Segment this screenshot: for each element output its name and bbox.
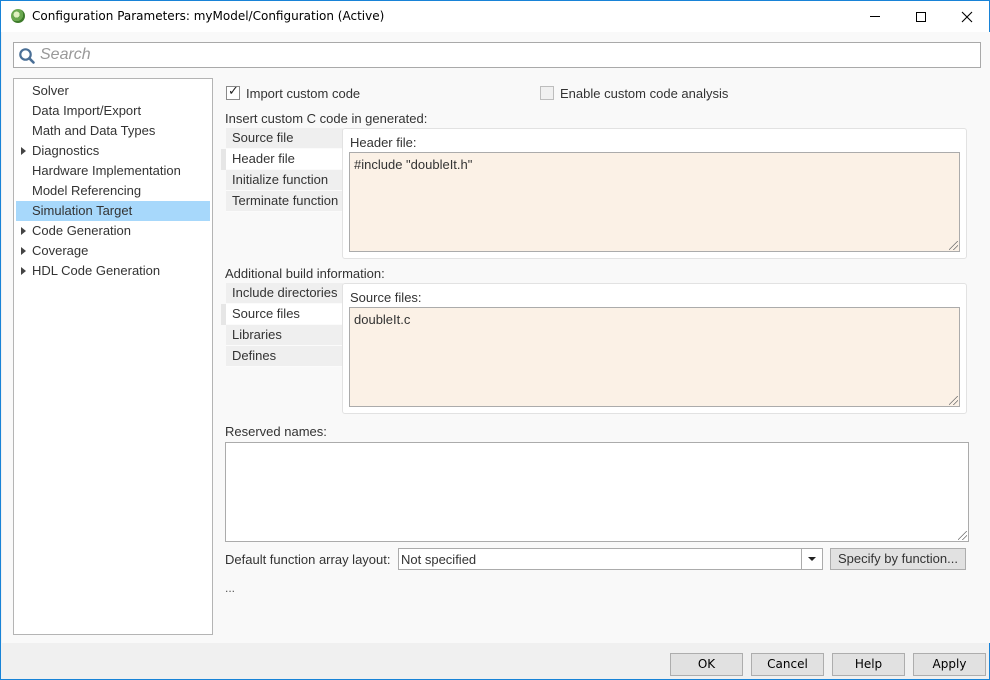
source-files-value: doubleIt.c	[354, 312, 411, 327]
tree-item-hdl-code-generation[interactable]: HDL Code Generation	[16, 261, 210, 281]
reserved-names-label: Reserved names:	[225, 424, 327, 439]
enable-custom-code-analysis-checkbox[interactable]	[540, 86, 554, 100]
tree-item-label: Solver	[32, 83, 69, 98]
array-layout-label: Default function array layout:	[225, 552, 391, 567]
specify-by-function-button[interactable]: Specify by function...	[830, 548, 966, 570]
minimize-icon	[870, 16, 880, 17]
tab-include-directories[interactable]: Include directories	[226, 283, 343, 304]
tab-defines[interactable]: Defines	[226, 346, 343, 367]
search-icon	[19, 48, 35, 64]
tree-item-label: Code Generation	[32, 223, 132, 238]
tree-item-diagnostics[interactable]: Diagnostics	[16, 141, 210, 161]
chevron-down-icon	[808, 557, 816, 561]
tree-item-solver[interactable]: Solver	[16, 81, 210, 101]
resize-grip-icon[interactable]	[949, 396, 958, 405]
header-file-label: Header file:	[350, 135, 417, 150]
tree-item-model-referencing[interactable]: Model Referencing	[16, 181, 210, 201]
tab-header-file[interactable]: Header file	[221, 149, 343, 170]
tab-initialize-function[interactable]: Initialize function	[226, 170, 343, 191]
build-info-label: Additional build information:	[225, 266, 385, 281]
source-files-label: Source files:	[350, 290, 422, 305]
source-files-textarea[interactable]: doubleIt.c	[349, 307, 960, 407]
tree-item-label: Data Import/Export	[32, 103, 142, 118]
resize-grip-icon[interactable]	[958, 531, 967, 540]
title-bar: Configuration Parameters: myModel/Config…	[1, 1, 989, 32]
check-mark-icon: ✓	[228, 84, 239, 99]
tree-item-hardware-implementation[interactable]: Hardware Implementation	[16, 161, 210, 181]
ok-button[interactable]: OK	[670, 653, 743, 676]
category-tree: Solver Data Import/Export Math and Data …	[13, 78, 213, 635]
apply-button[interactable]: Apply	[913, 653, 986, 676]
minimize-button[interactable]	[852, 1, 898, 32]
import-custom-code-checkbox[interactable]: ✓	[226, 84, 240, 100]
cancel-button[interactable]: Cancel	[751, 653, 824, 676]
expand-arrow-icon[interactable]	[21, 147, 26, 155]
array-layout-select[interactable]: Not specified	[398, 548, 823, 570]
tab-terminate-function[interactable]: Terminate function	[226, 191, 343, 212]
tree-item-label: Coverage	[32, 243, 89, 258]
insert-custom-code-label: Insert custom C code in generated:	[225, 111, 428, 126]
tab-source-file[interactable]: Source file	[226, 128, 343, 149]
simulink-app-icon	[11, 9, 25, 23]
more-parameters-ellipsis[interactable]: ...	[225, 581, 235, 595]
tree-item-label: Simulation Target	[32, 203, 133, 218]
help-button[interactable]: Help	[832, 653, 905, 676]
tree-item-coverage[interactable]: Coverage	[16, 241, 210, 261]
search-box[interactable]	[13, 42, 981, 68]
expand-arrow-icon[interactable]	[21, 247, 26, 255]
header-file-value: #include "doubleIt.h"	[354, 157, 473, 172]
tree-item-data-import-export[interactable]: Data Import/Export	[16, 101, 210, 121]
enable-custom-code-analysis-label: Enable custom code analysis	[560, 86, 729, 101]
tree-item-label: Model Referencing	[32, 183, 142, 198]
close-icon	[961, 11, 973, 22]
source-files-panel: Source files: doubleIt.c	[342, 283, 967, 414]
expand-arrow-icon[interactable]	[21, 267, 26, 275]
tree-item-label: Hardware Implementation	[32, 163, 181, 178]
search-input[interactable]	[40, 45, 970, 65]
tab-libraries[interactable]: Libraries	[226, 325, 343, 346]
import-custom-code-label: Import custom code	[246, 86, 361, 101]
resize-grip-icon[interactable]	[949, 241, 958, 250]
header-file-textarea[interactable]: #include "doubleIt.h"	[349, 152, 960, 252]
reserved-names-textarea[interactable]	[225, 442, 969, 542]
maximize-button[interactable]	[898, 1, 944, 32]
array-layout-value: Not specified	[401, 552, 477, 567]
tree-item-label: Diagnostics	[32, 143, 100, 158]
tree-item-simulation-target[interactable]: Simulation Target	[16, 201, 210, 221]
tree-item-label: HDL Code Generation	[32, 263, 161, 278]
tree-item-label: Math and Data Types	[32, 123, 156, 138]
tree-item-code-generation[interactable]: Code Generation	[16, 221, 210, 241]
close-button[interactable]	[944, 1, 990, 32]
array-layout-dropdown-button[interactable]	[801, 549, 822, 569]
tree-item-math-and-data-types[interactable]: Math and Data Types	[16, 121, 210, 141]
maximize-icon	[916, 11, 926, 22]
window-title: Configuration Parameters: myModel/Config…	[32, 9, 385, 23]
header-file-panel: Header file: #include "doubleIt.h"	[342, 128, 967, 259]
expand-arrow-icon[interactable]	[21, 227, 26, 235]
config-parameters-window: Configuration Parameters: myModel/Config…	[0, 0, 990, 680]
tab-source-files[interactable]: Source files	[221, 304, 343, 325]
dialog-content: Solver Data Import/Export Math and Data …	[2, 32, 990, 643]
